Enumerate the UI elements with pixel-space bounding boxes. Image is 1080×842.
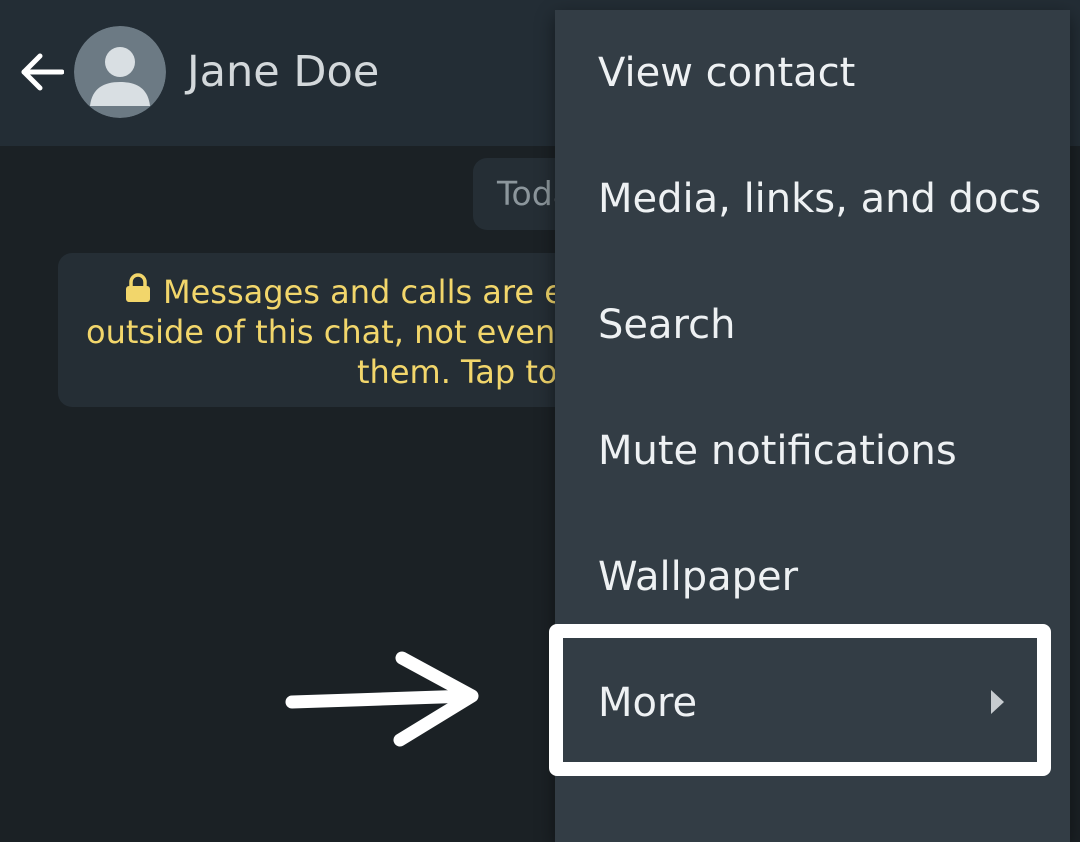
menu-item-wallpaper[interactable]: Wallpaper (555, 514, 1070, 640)
menu-item-label: More (598, 680, 698, 726)
menu-item-media-links-docs[interactable]: Media, links, and docs (555, 136, 1070, 262)
lock-icon (126, 273, 150, 302)
overflow-menu: View contact Media, links, and docs Sear… (555, 10, 1070, 842)
encryption-notice-line: outside of this chat, not even W (86, 313, 598, 351)
avatar[interactable] (74, 26, 166, 118)
encryption-notice-line: Messages and calls are enc (163, 273, 602, 311)
contact-name[interactable]: Jane Doe (187, 44, 379, 100)
pointer-arrow-icon (285, 651, 479, 747)
menu-item-mute-notifications[interactable]: Mute notifications (555, 388, 1070, 514)
back-button[interactable] (14, 46, 70, 98)
menu-item-label: View contact (598, 50, 856, 96)
menu-item-more[interactable]: More (555, 640, 1070, 766)
chat-screen: Jane Doe Toda Messages and calls are enc… (0, 0, 1080, 842)
default-avatar-icon (74, 26, 166, 118)
menu-item-label: Media, links, and docs (598, 176, 1042, 222)
back-arrow-icon (21, 53, 64, 91)
menu-item-label: Wallpaper (598, 554, 799, 600)
menu-item-label: Search (598, 302, 736, 348)
chevron-right-icon (991, 690, 1004, 714)
menu-item-search[interactable]: Search (555, 262, 1070, 388)
menu-item-view-contact[interactable]: View contact (555, 10, 1070, 136)
encryption-notice-line: them. Tap to (357, 353, 558, 391)
menu-item-label: Mute notifications (598, 428, 957, 474)
